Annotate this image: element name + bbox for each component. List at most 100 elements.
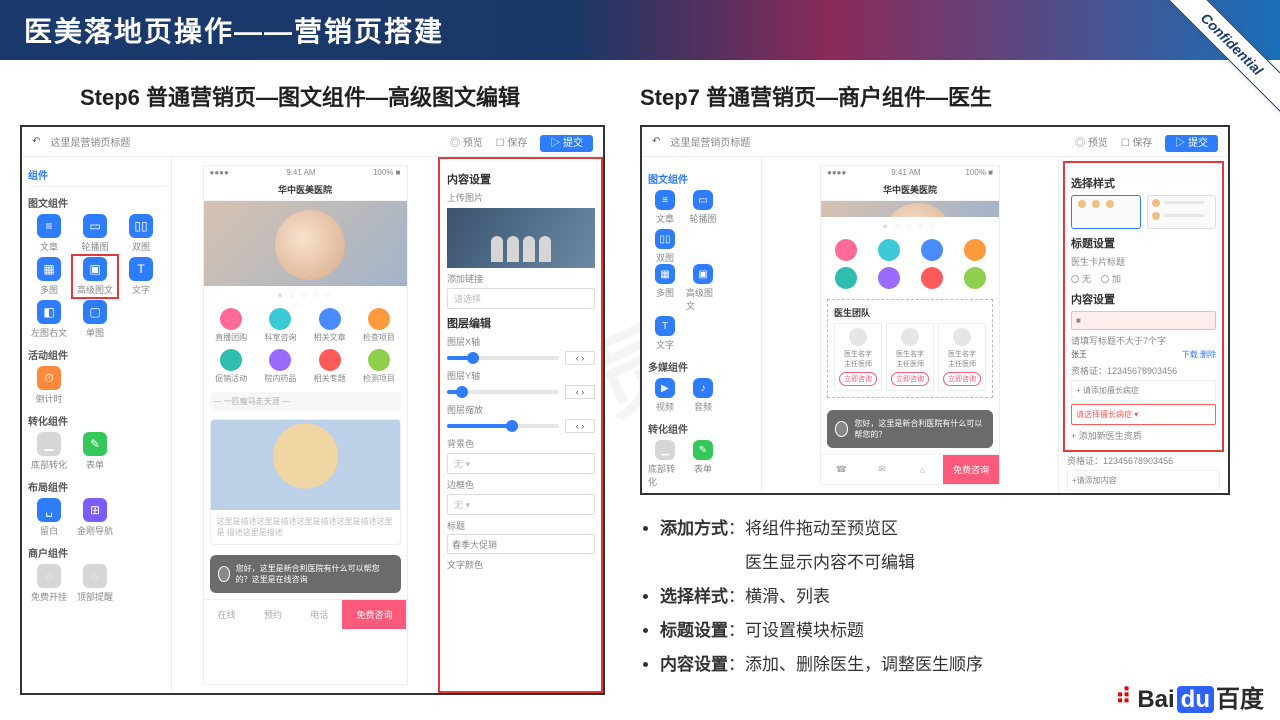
titleset-heading: 标题设置 [1071,235,1216,251]
c[interactable]: ▣高级图文 [686,264,720,312]
title-radio[interactable]: 无加 [1071,272,1216,285]
bg-label: 背景色 [447,437,595,450]
layer-scale-label: 图层缩放 [447,403,595,416]
comp-article[interactable]: ≡文章 [28,214,70,253]
layer-y-value[interactable]: ‹ › [565,385,595,399]
comp-carousel[interactable]: ▭轮播图 [74,214,116,253]
back-icon[interactable]: ↶ [652,136,660,147]
title-input[interactable] [447,534,595,554]
settings-panel: 选择样式 标题设置 医生卡片标题 无加 内容设置 ■ 请填写标题不大于7个字 张… [1058,157,1228,493]
preview-area: ●●●●9:41 AM100% ■ 华中医美医院 ● ○ ○ ○ ○ 医生团队 … [762,157,1058,493]
bottom-cta[interactable]: 免费咨询 [342,600,406,629]
step7-heading: Step7 普通营销页—商户组件—医生 [640,80,992,112]
content-card[interactable]: 这里是描述这里是描述这里是描述这里是描述这里是 描述这里是描述 [210,419,401,545]
layer-y-label: 图层Y轴 [447,369,595,382]
baidu-logo: ⠾ Baidu百度 [1115,679,1264,714]
m[interactable]: +请添加内容 [1067,470,1220,491]
layer-x-label: 图层X轴 [447,335,595,348]
panel-heading: 内容设置 [447,171,595,187]
page-banner: 医美落地页操作——营销页搭建 [0,0,1280,60]
bottom-chat[interactable]: 在线 [204,602,250,627]
comp-form[interactable]: ✎表单 [74,432,116,471]
m: 资格证：12345678903456 [1067,454,1220,467]
submit-button[interactable]: ▷ 提交 [1165,135,1218,152]
preview-button[interactable]: ◎ 预览 [450,138,483,149]
comp-advanced-richtext[interactable]: ▣高级图文 [74,257,116,296]
phone-title: 华中医美医院 [204,179,407,201]
preview-area: ●●●●9:41 AM100% ■ 华中医美医院 ● ○ ○ ○ ○ 直播团购 … [172,157,438,693]
comp-merchant1[interactable]: ◌免费开挂 [28,564,70,603]
hint: 请填写标题不大于7个字 [1071,334,1216,347]
textcolor-label: 文字颜色 [447,558,595,571]
hero-image [821,201,999,217]
c[interactable]: ▯▯双图 [648,229,682,264]
layer-x-value[interactable]: ‹ › [565,351,595,365]
editor-topbar: ↶ 这里是营销页标题 ◎ 预览 ☐ 保存 ▷ 提交 [22,127,603,157]
step7-screenshot: ↶ 这里是营销页标题 ◎ 预览 ☐ 保存 ▷ 提交 图文组件 ≡文章 ▭轮播图 … [640,125,1230,495]
comp-leftimg[interactable]: ◧左图右文 [28,300,70,339]
comp-double[interactable]: ▯▯双图 [120,214,162,253]
comp-spacer[interactable]: ␣留白 [28,498,70,537]
preview-button[interactable]: ◎ 预览 [1075,138,1108,149]
save-button[interactable]: ☐ 保存 [1121,138,1153,149]
layer-scale-value[interactable]: ‹ › [565,419,595,433]
style-heading: 选择样式 [1071,175,1216,191]
group-title: 转化组件 [648,421,755,436]
add-specialty[interactable]: + 请添加擅长病症 [1071,380,1216,401]
c[interactable]: ▁底部转化 [648,440,682,488]
bg-select[interactable]: 无 ▾ [447,453,595,474]
card-image [211,420,400,510]
phone-preview: ●●●●9:41 AM100% ■ 华中医美医院 ● ○ ○ ○ ○ 直播团购 … [203,165,408,685]
c[interactable]: ♪音频 [686,378,720,413]
save-button[interactable]: ☐ 保存 [496,138,528,149]
c[interactable]: ✎表单 [686,440,720,488]
chat-callout[interactable]: 您好，这里是新合利医院有什么可以帮您的？这里是在线咨询 [210,555,401,593]
upload-label: 上传图片 [447,191,595,204]
doctor-team-block[interactable]: 医生团队 医生名字主任医师立即咨询 医生名字主任医师立即咨询 医生名字主任医师立… [827,299,993,398]
c[interactable]: ≡文章 [648,190,682,225]
paw-icon: ⠾ [1115,684,1131,710]
bottom-book[interactable]: 预约 [250,602,296,627]
card-desc: 这里是描述这里是描述这里是描述这里是描述这里是 描述这里是描述 [211,510,400,544]
explanation-bullets: 添加方式：将组件拖动至预览区 医生显示内容不可编辑 选择样式：横滑、列表 标题设… [640,512,1200,682]
comp-countdown[interactable]: ⏱倒计时 [28,366,70,405]
select-specialty[interactable]: 请选择擅长病症 ▾ [1071,404,1216,425]
back-icon[interactable]: ↶ [32,136,40,147]
c[interactable]: T文字 [648,316,682,351]
group-title: 图文组件 [648,171,755,186]
phone-title: 华中医美医院 [821,179,999,201]
link-select[interactable]: 请选择 [447,288,595,309]
editor-topbar: ↶ 这里是营销页标题 ◎ 预览 ☐ 保存 ▷ 提交 [642,127,1228,157]
page-title-input[interactable]: 这里是营销页标题 [670,134,1065,149]
marquee: — 一匹瘦马走天涯 — [210,392,401,411]
group-title: 图文组件 [28,195,165,210]
border-label: 边框色 [447,478,595,491]
comp-kingkong[interactable]: ⊞金刚导航 [74,498,116,537]
uploaded-image[interactable] [447,208,595,268]
c[interactable]: ▶视频 [648,378,682,413]
style-list[interactable] [1147,195,1217,229]
chat-callout[interactable]: 您好，这里是新合利医院有什么可以帮您的？ [827,410,993,448]
comp-text[interactable]: T文字 [120,257,162,296]
content-heading: 内容设置 [1071,291,1216,307]
step6-heading: Step6 普通营销页—图文组件—高级图文编辑 [80,80,520,112]
submit-button[interactable]: ▷ 提交 [540,135,593,152]
carousel-dots: ● ○ ○ ○ ○ [204,286,407,304]
add-doctor[interactable]: + 添加新医生资质 [1071,429,1216,442]
style-horizontal[interactable] [1071,195,1141,229]
comp-bottom-convert[interactable]: ▁底部转化 [28,432,70,471]
bottom-call[interactable]: 电话 [296,602,342,627]
comp-merchant2[interactable]: ◌顶部提醒 [74,564,116,603]
sidebar-tab[interactable]: 组件 [28,163,165,187]
border-select[interactable]: 无 ▾ [447,494,595,515]
group-title: 转化组件 [28,413,165,428]
c[interactable]: ▭轮播图 [686,190,720,225]
comp-multi[interactable]: ▦多图 [28,257,70,296]
step6-screenshot: ↶ 这里是营销页标题 ◎ 预览 ☐ 保存 ▷ 提交 组件 图文组件 ≡文章 ▭轮… [20,125,605,695]
comp-single[interactable]: ▢单图 [74,300,116,339]
page-title-input[interactable]: 这里是营销页标题 [50,134,440,149]
cert: 资格证：12345678903456 [1071,364,1216,377]
c[interactable]: ▦多图 [648,264,682,312]
hero-image [204,201,407,286]
group-title: 多媒组件 [648,359,755,374]
